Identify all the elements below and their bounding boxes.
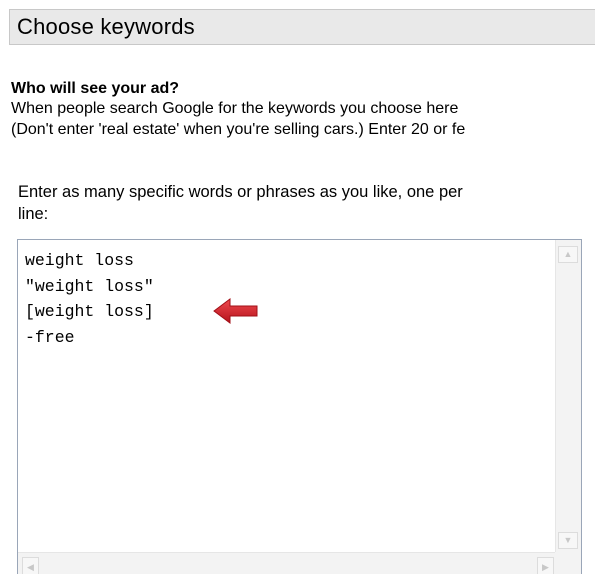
keyword-line: weight loss — [25, 251, 134, 270]
scrollbar-corner — [555, 552, 581, 574]
scroll-right-icon[interactable]: ▶ — [537, 557, 554, 574]
keyword-line: [weight loss] — [25, 302, 154, 321]
scroll-down-icon[interactable]: ▼ — [558, 532, 578, 549]
description-line-1: When people search Google for the keywor… — [11, 100, 459, 117]
who-will-see-heading: Who will see your ad? — [11, 80, 180, 97]
keywords-prompt-line-2: line: — [18, 205, 49, 223]
keyword-line: "weight loss" — [25, 276, 154, 296]
scroll-left-icon[interactable]: ◀ — [22, 557, 39, 574]
description-line-2: (Don't enter 'real estate' when you're s… — [11, 121, 466, 138]
keywords-textarea[interactable]: weight loss "weight loss" [weight loss] … — [17, 239, 582, 574]
vertical-scrollbar[interactable]: ▲ ▼ — [555, 240, 581, 553]
scroll-up-icon[interactable]: ▲ — [558, 246, 578, 263]
keywords-text: weight loss "weight loss" [weight loss] … — [25, 248, 154, 350]
keyword-line: -free — [25, 327, 75, 347]
choose-keywords-page: Choose keywords Who will see your ad? Wh… — [0, 0, 595, 574]
horizontal-scrollbar[interactable]: ◀ ▶ — [18, 552, 557, 574]
section-title: Choose keywords — [17, 14, 195, 39]
keywords-prompt-line-1: Enter as many specific words or phrases … — [18, 183, 463, 201]
left-arrow-icon — [213, 298, 258, 324]
section-header: Choose keywords — [9, 9, 595, 45]
